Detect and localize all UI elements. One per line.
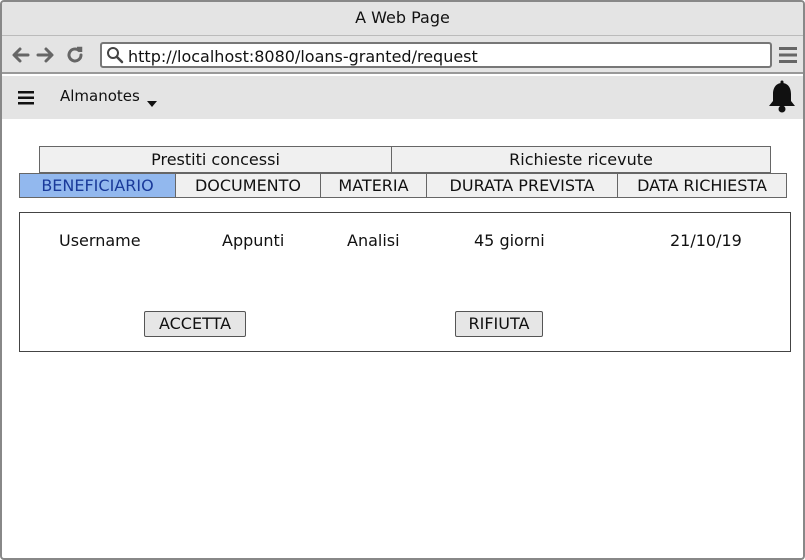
cell-date: 21/10/19 <box>670 231 742 250</box>
column-durata-prevista[interactable]: DURATA PREVISTA <box>427 173 618 198</box>
accept-button[interactable]: ACCETTA <box>144 311 246 337</box>
browser-window: A Web Page http://localhost:8080/loans-g… <box>0 0 805 560</box>
column-materia[interactable]: MATERIA <box>321 173 427 198</box>
url-text: http://localhost:8080/loans-granted/requ… <box>128 47 478 66</box>
address-bar[interactable]: http://localhost:8080/loans-granted/requ… <box>100 42 772 68</box>
reload-icon[interactable] <box>64 44 86 66</box>
cell-duration: 45 giorni <box>474 231 545 250</box>
hamburger-menu-icon[interactable] <box>18 90 34 105</box>
chevron-down-icon[interactable] <box>147 93 157 107</box>
browser-navbar: http://localhost:8080/loans-granted/requ… <box>2 36 803 74</box>
section-tabs: Prestiti concessi Richieste ricevute <box>39 146 771 173</box>
column-documento[interactable]: DOCUMENTO <box>176 173 321 198</box>
request-row: Username Appunti Analisi 45 giorni 21/10… <box>19 212 791 352</box>
app-header: Almanotes <box>2 76 803 119</box>
back-arrow-icon[interactable] <box>10 44 32 66</box>
tab-prestiti-concessi[interactable]: Prestiti concessi <box>39 146 392 173</box>
column-data-richiesta[interactable]: DATA RICHIESTA <box>618 173 787 198</box>
table-header: BENEFICIARIO DOCUMENTO MATERIA DURATA PR… <box>19 173 787 198</box>
column-beneficiario[interactable]: BENEFICIARIO <box>19 173 176 198</box>
search-icon <box>106 46 124 64</box>
cell-document: Appunti <box>222 231 285 250</box>
forward-arrow-icon[interactable] <box>34 44 56 66</box>
cell-beneficiary: Username <box>59 231 141 250</box>
tab-richieste-ricevute[interactable]: Richieste ricevute <box>392 146 771 173</box>
window-title: A Web Page <box>2 2 803 36</box>
app-name-dropdown[interactable]: Almanotes <box>60 87 140 105</box>
notification-bell-icon[interactable] <box>766 80 798 114</box>
reject-button[interactable]: RIFIUTA <box>455 311 543 337</box>
cell-subject: Analisi <box>347 231 400 250</box>
browser-menu-icon[interactable] <box>778 46 798 64</box>
